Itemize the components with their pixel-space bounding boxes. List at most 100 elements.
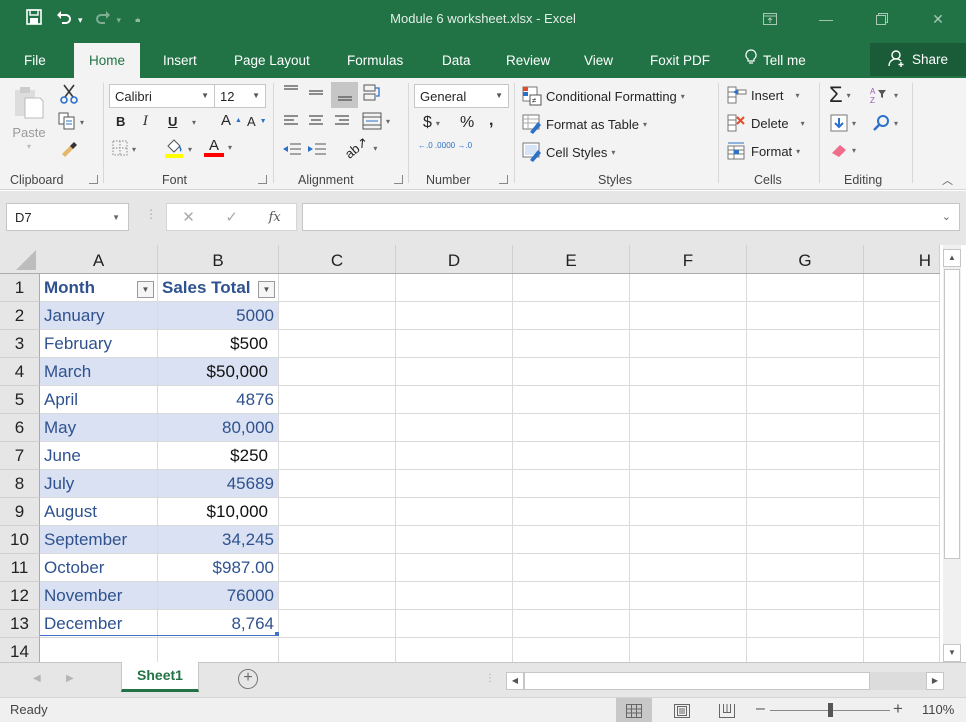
increase-font-size-button[interactable]: A ▲ xyxy=(221,112,242,129)
cell-d13[interactable] xyxy=(396,610,513,638)
cell-g3[interactable] xyxy=(747,330,864,358)
row-header-5[interactable]: 5 xyxy=(0,386,40,414)
cancel-icon[interactable]: ✕ xyxy=(182,208,195,226)
enter-icon[interactable]: ✓ xyxy=(225,208,238,226)
cell-f8[interactable] xyxy=(630,470,747,498)
minimize-button[interactable]: — xyxy=(798,0,854,38)
cell-g10[interactable] xyxy=(747,526,864,554)
restore-button[interactable] xyxy=(854,0,910,38)
cell-c6[interactable] xyxy=(279,414,396,442)
font-color-button[interactable]: A ▾ xyxy=(204,138,232,157)
delete-cells-button[interactable]: Delete ▾ xyxy=(727,114,805,132)
align-right-button[interactable] xyxy=(333,114,351,128)
row-header-7[interactable]: 7 xyxy=(0,442,40,470)
horizontal-scroll-thumb[interactable] xyxy=(524,672,870,690)
cell-h11[interactable] xyxy=(864,554,940,582)
format-as-table-button[interactable]: Format as Table ▾ xyxy=(522,114,647,134)
cell-h10[interactable] xyxy=(864,526,940,554)
formula-input[interactable]: ⌄ xyxy=(302,203,960,231)
cell-a6[interactable]: May xyxy=(40,414,158,442)
align-left-button[interactable] xyxy=(282,114,300,128)
cell-e1[interactable] xyxy=(513,274,630,302)
cell-a13[interactable]: December xyxy=(40,610,158,638)
row-header-1[interactable]: 1 xyxy=(0,274,40,302)
font-launcher-icon[interactable] xyxy=(258,175,267,184)
zoom-in-button[interactable]: + xyxy=(893,699,903,719)
row-header-3[interactable]: 3 xyxy=(0,330,40,358)
paste-button[interactable]: Paste ▾ xyxy=(12,84,46,151)
cell-e3[interactable] xyxy=(513,330,630,358)
scroll-right-button[interactable]: ▶ xyxy=(926,672,944,690)
cell-d7[interactable] xyxy=(396,442,513,470)
cell-h1[interactable] xyxy=(864,274,940,302)
cell-b8[interactable]: 45689 xyxy=(158,470,279,498)
cell-c4[interactable] xyxy=(279,358,396,386)
cell-c7[interactable] xyxy=(279,442,396,470)
cell-h7[interactable] xyxy=(864,442,940,470)
cell-a4[interactable]: March xyxy=(40,358,158,386)
tab-page-layout[interactable]: Page Layout xyxy=(234,43,310,78)
cell-d1[interactable] xyxy=(396,274,513,302)
cell-d10[interactable] xyxy=(396,526,513,554)
merge-center-button[interactable]: ▾ xyxy=(362,112,390,130)
autosum-button[interactable]: Σ ▾ xyxy=(829,82,851,108)
bottom-align-button[interactable] xyxy=(331,82,358,108)
cell-h5[interactable] xyxy=(864,386,940,414)
filter-dropdown-icon[interactable]: ▼ xyxy=(137,281,154,298)
vertical-scroll-thumb[interactable] xyxy=(944,269,960,559)
next-sheet-icon[interactable]: ▶ xyxy=(66,673,74,684)
share-button[interactable]: Share xyxy=(870,43,966,76)
cell-d11[interactable] xyxy=(396,554,513,582)
accounting-format-button[interactable]: $ ▾ xyxy=(423,114,440,132)
format-painter-button[interactable] xyxy=(60,140,78,161)
cell-e8[interactable] xyxy=(513,470,630,498)
fill-color-button[interactable]: ▾ xyxy=(164,138,192,161)
cell-h4[interactable] xyxy=(864,358,940,386)
row-header-11[interactable]: 11 xyxy=(0,554,40,582)
middle-align-button[interactable] xyxy=(307,86,325,100)
cell-c1[interactable] xyxy=(279,274,396,302)
sheet-tab-sheet1[interactable]: Sheet1 xyxy=(121,662,199,692)
column-header-h[interactable]: H xyxy=(864,245,940,273)
increase-indent-button[interactable] xyxy=(307,142,327,156)
cell-d4[interactable] xyxy=(396,358,513,386)
cell-d8[interactable] xyxy=(396,470,513,498)
cell-b1[interactable]: Sales Total ▼ xyxy=(158,274,279,302)
select-all-button[interactable] xyxy=(0,245,40,274)
cell-b13[interactable]: 8,764 xyxy=(158,610,279,638)
clear-button[interactable]: ▾ xyxy=(830,142,856,158)
cell-g6[interactable] xyxy=(747,414,864,442)
cut-button[interactable] xyxy=(60,84,78,107)
cell-c13[interactable] xyxy=(279,610,396,638)
cell-d12[interactable] xyxy=(396,582,513,610)
cell-f1[interactable] xyxy=(630,274,747,302)
cell-c12[interactable] xyxy=(279,582,396,610)
italic-button[interactable]: I xyxy=(143,114,148,129)
percent-style-button[interactable]: % xyxy=(460,114,474,132)
cell-g1[interactable] xyxy=(747,274,864,302)
row-header-13[interactable]: 13 xyxy=(0,610,40,638)
cell-h2[interactable] xyxy=(864,302,940,330)
align-center-button[interactable] xyxy=(307,114,325,128)
top-align-button[interactable] xyxy=(282,84,300,98)
cell-c5[interactable] xyxy=(279,386,396,414)
cell-g7[interactable] xyxy=(747,442,864,470)
cell-b7[interactable]: $250 xyxy=(158,442,279,470)
tell-me-box[interactable]: Tell me xyxy=(745,43,806,78)
cell-h3[interactable] xyxy=(864,330,940,358)
fill-button[interactable]: ▾ xyxy=(830,114,856,132)
cell-a11[interactable]: October xyxy=(40,554,158,582)
prev-sheet-icon[interactable]: ◀ xyxy=(33,673,41,684)
tab-view[interactable]: View xyxy=(584,43,613,78)
row-header-6[interactable]: 6 xyxy=(0,414,40,442)
tab-foxit-pdf[interactable]: Foxit PDF xyxy=(650,43,710,78)
column-header-b[interactable]: B xyxy=(158,245,279,273)
cell-f2[interactable] xyxy=(630,302,747,330)
formula-bar-grip-icon[interactable]: ⋮ xyxy=(145,207,157,221)
cell-c8[interactable] xyxy=(279,470,396,498)
tab-home[interactable]: Home xyxy=(74,43,141,78)
zoom-out-button[interactable]: – xyxy=(756,700,765,718)
column-header-e[interactable]: E xyxy=(513,245,630,273)
close-button[interactable]: ✕ xyxy=(910,0,966,38)
format-cells-button[interactable]: Format ▾ xyxy=(727,142,800,160)
